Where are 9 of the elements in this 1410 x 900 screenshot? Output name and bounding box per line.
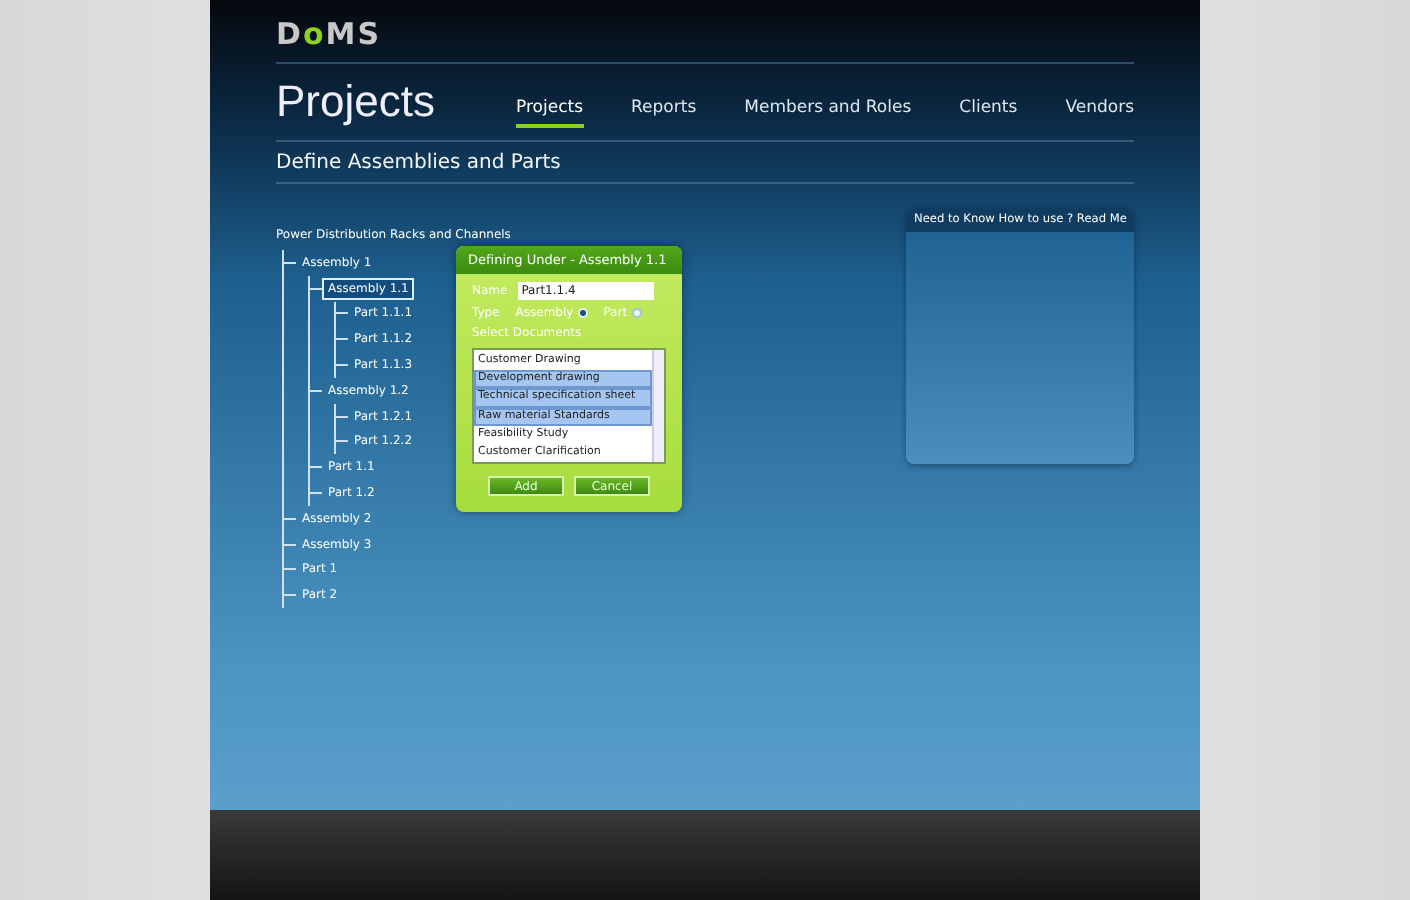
nav-tab[interactable]: Projects [516,92,584,128]
logo: DoMS [276,16,381,52]
nav-tab[interactable]: Clients [959,92,1018,128]
scrollbar[interactable] [652,350,664,463]
page-title: Projects [276,76,435,128]
nav-tab[interactable]: Reports [631,92,697,128]
nav-tab[interactable]: Vendors [1065,92,1134,128]
section-title: Define Assemblies and Parts [276,150,561,178]
nav-tab[interactable]: Members and Roles [744,92,912,128]
